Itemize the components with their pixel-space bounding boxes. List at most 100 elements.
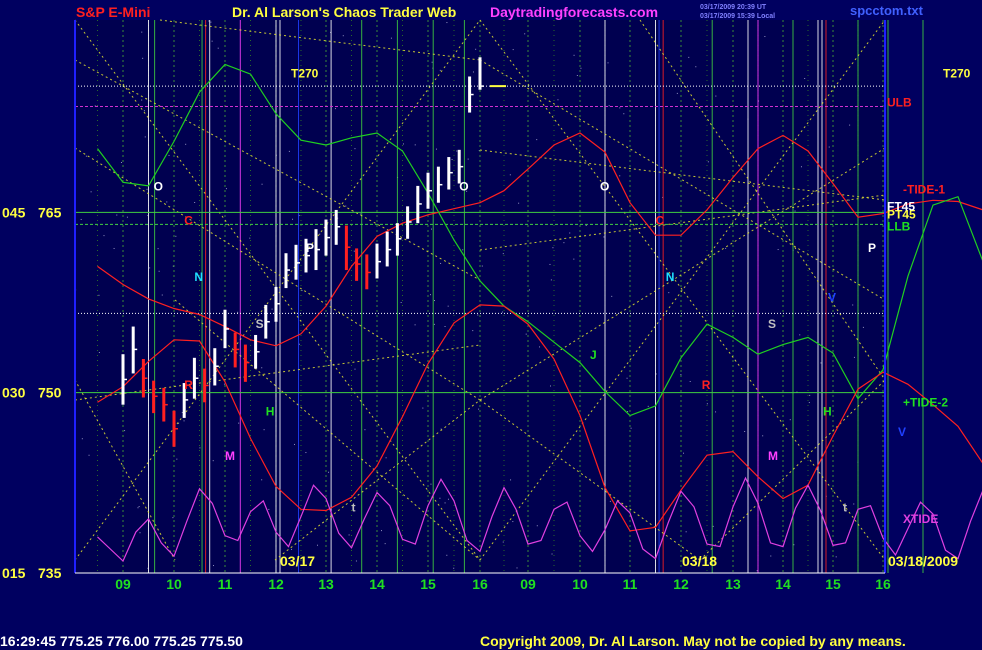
star-dot [211,40,213,42]
star-dot [431,228,433,230]
star-dot [345,205,347,207]
star-dot [512,49,514,51]
stamp-local: 03/17/2009 15:39 Local [700,13,775,20]
x-tick-label: 13 [318,576,334,592]
site-url: Daytradingforecasts.com [490,4,658,20]
star-dot [695,66,697,68]
star-dot [794,210,796,212]
star-dot [467,158,469,160]
quote-line: 16:29:45 775.25 776.00 775.25 775.50 [0,633,243,649]
star-dot [444,502,446,504]
star-dot [439,497,441,499]
star-dot [680,374,682,376]
x-tick-label: 10 [166,576,182,592]
star-dot [447,305,449,307]
star-dot [238,422,240,424]
star-dot [725,247,727,249]
y-tick-left-label: 030 [2,385,26,401]
star-dot [611,295,613,297]
star-dot [116,214,118,216]
star-dot [301,290,303,292]
event-marker-label: H [266,405,275,419]
star-dot [354,148,356,150]
star-dot [429,294,431,296]
star-dot [510,479,512,481]
star-dot [852,304,854,306]
star-dot [158,270,160,272]
y-tick-label: 765 [38,204,62,220]
star-dot [143,110,145,112]
star-dot [288,150,290,152]
event-marker-label: t [352,501,356,515]
star-dot [90,191,92,193]
star-dot [688,56,690,58]
star-dot [477,314,479,316]
star-dot [263,429,265,431]
star-dot [549,263,551,265]
star-dot [431,61,433,63]
star-dot [647,405,649,407]
star-dot [456,150,458,152]
star-dot [502,541,504,543]
star-dot [194,201,196,203]
star-dot [342,35,344,37]
star-dot [472,71,474,73]
star-dot [414,324,416,326]
star-dot [210,21,212,23]
star-dot [384,543,386,545]
chart-window: T270T270OOOOOCCCNNNPPSSRRHHMMVVttJ ULBLL… [0,0,982,650]
star-dot [292,218,294,220]
star-dot [835,556,837,558]
star-dot [447,498,449,500]
star-dot [381,530,382,532]
star-dot [509,174,511,176]
star-dot [619,107,621,109]
star-dot [139,532,141,534]
star-dot [762,435,764,437]
star-dot [88,454,90,456]
star-dot [626,377,628,379]
event-marker-label: V [828,290,836,304]
star-dot [789,419,791,421]
star-dot [319,233,321,235]
star-dot [98,294,100,296]
star-dot [608,105,610,107]
star-dot [217,47,219,49]
x-tick-label: 15 [420,576,436,592]
star-dot [849,124,851,126]
star-dot [353,250,355,252]
event-marker-label: t [843,501,847,515]
star-dot [862,326,864,328]
star-dot [551,553,553,555]
star-dot [777,249,779,251]
star-dot [603,236,605,238]
star-dot [689,381,691,383]
star-dot [502,311,504,313]
event-marker-label: J [590,348,597,362]
star-dot [199,447,201,449]
star-dot [185,143,187,145]
star-dot [364,429,366,431]
event-marker-label: P [868,241,876,255]
star-dot [453,567,455,569]
star-dot [627,411,629,413]
series-label: XTIDE [903,512,938,526]
star-dot [800,166,802,168]
event-marker-label: R [702,378,711,392]
star-dot [536,525,538,527]
star-dot [706,403,708,405]
star-dot [225,188,227,190]
star-dot [261,183,263,185]
star-dot [348,534,350,536]
x-tick-label: 14 [775,576,791,592]
x-tick-label: 12 [268,576,284,592]
star-dot [223,383,225,385]
event-marker-label: P [306,241,314,255]
star-dot [525,333,527,335]
star-dot [446,554,448,556]
star-dot [573,258,575,260]
event-marker-label: R [184,378,193,392]
star-dot [157,248,159,250]
event-marker-label: S [768,317,776,331]
event-marker-label: C [184,213,193,227]
